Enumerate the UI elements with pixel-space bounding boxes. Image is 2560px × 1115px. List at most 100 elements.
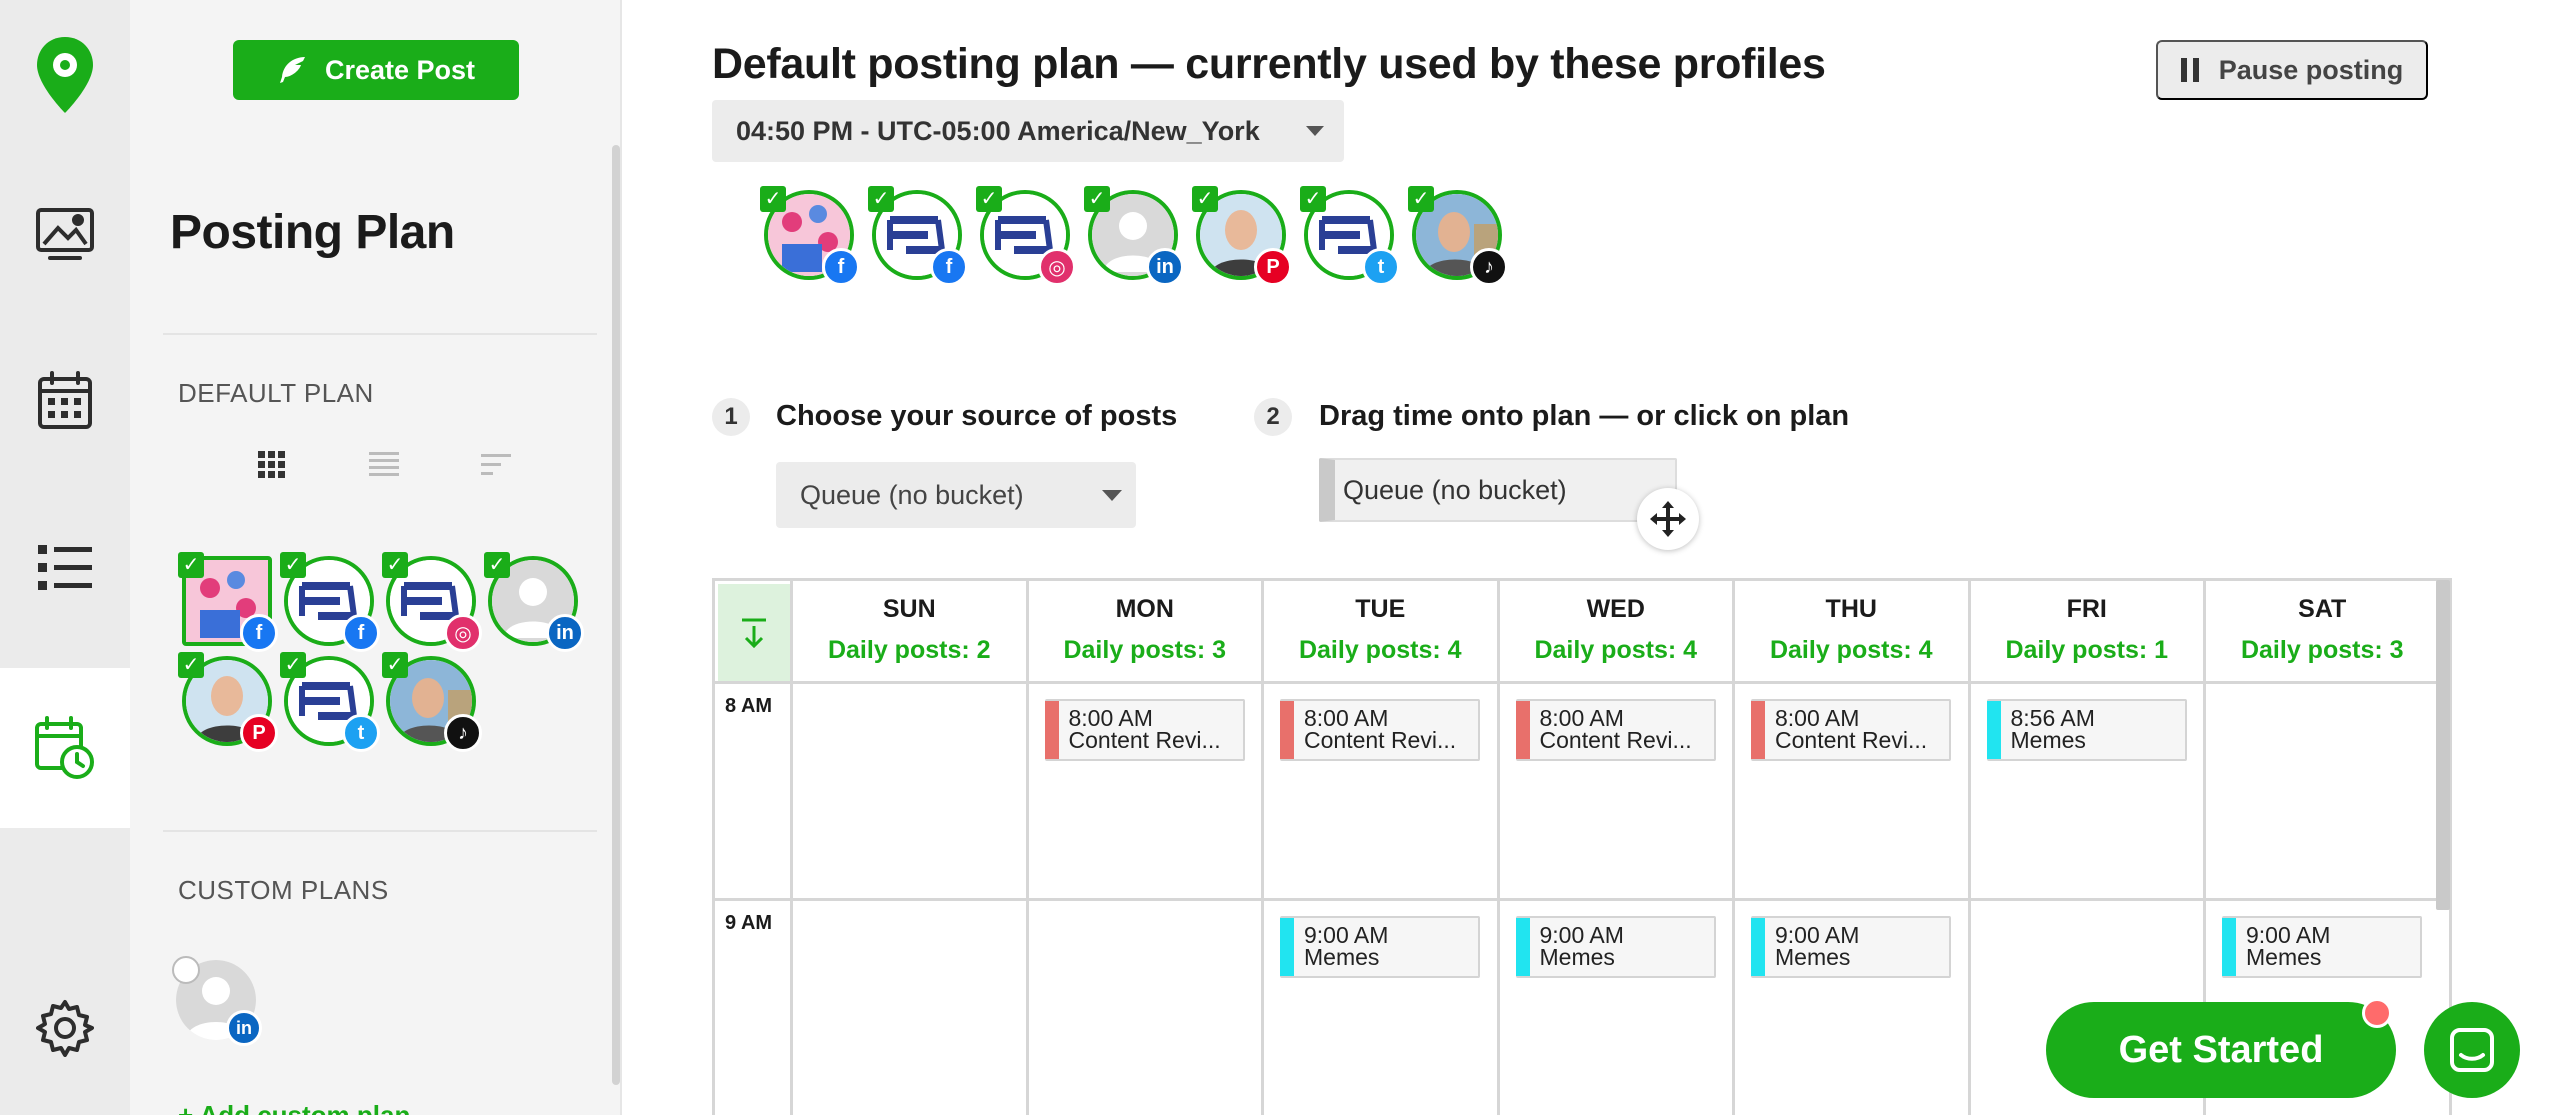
profile-linkedin-person[interactable]: ✓ in xyxy=(1084,186,1184,286)
selected-checkmark-icon: ✓ xyxy=(280,552,306,578)
slot-bucket-label: Content Revi... xyxy=(1068,727,1221,753)
profile-facebook-brand[interactable]: ✓ f xyxy=(868,186,968,286)
profile-pinterest-person[interactable]: ✓ P xyxy=(1192,186,1292,286)
bucket-color-bar xyxy=(1515,701,1530,759)
step-number-1: 1 xyxy=(712,398,750,436)
selected-checkmark-icon: ✓ xyxy=(382,552,408,578)
time-slot[interactable]: 8:00 AM Content Revi... xyxy=(1044,699,1245,761)
sidebar-divider xyxy=(163,333,597,335)
instagram-icon: ◎ xyxy=(444,614,482,652)
slot-bucket-label: Memes xyxy=(1775,944,1851,970)
rail-posting-plan[interactable] xyxy=(0,668,130,828)
compact-view-toggle[interactable] xyxy=(476,445,516,485)
rail-media-library[interactable] xyxy=(0,155,130,315)
sidebar-profile-twitter[interactable]: ✓ t xyxy=(280,652,380,752)
list-view-toggle[interactable] xyxy=(364,445,404,485)
daily-posts-count: Daily posts: 4 xyxy=(1298,636,1462,664)
slot-time: 8:00 AM xyxy=(1539,705,1624,731)
selected-checkmark-icon: ✓ xyxy=(280,652,306,678)
slot-bucket-label: Memes xyxy=(1304,944,1380,970)
linkedin-icon: in xyxy=(546,614,584,652)
create-post-button[interactable]: Create Post xyxy=(233,40,519,100)
daily-posts-count: Daily posts: 1 xyxy=(2005,636,2169,664)
jump-to-now-button[interactable] xyxy=(718,584,790,682)
chat-button[interactable] xyxy=(2424,1002,2520,1098)
twitter-icon: t xyxy=(1362,248,1400,286)
chat-icon xyxy=(2450,1028,2494,1072)
calendar-scrollbar[interactable] xyxy=(2436,580,2450,910)
custom-plan-profile-linkedin[interactable]: in xyxy=(172,956,262,1046)
timezone-select[interactable]: 04:50 PM - UTC-05:00 America/New_York xyxy=(712,100,1344,162)
time-slot[interactable]: 8:00 AM Content Revi... xyxy=(1751,699,1951,761)
bucket-color-bar xyxy=(1515,918,1530,976)
chevron-down-icon xyxy=(1102,490,1122,501)
create-post-label: Create Post xyxy=(324,54,476,85)
posting-plan-icon xyxy=(35,716,94,779)
rail-settings[interactable] xyxy=(0,948,130,1108)
media-library-icon xyxy=(36,208,94,260)
time-slot[interactable]: 9:00 AM Memes xyxy=(1751,916,1951,978)
add-custom-plan-link[interactable]: + Add custom plan xyxy=(178,1100,410,1115)
rail-queue-list[interactable] xyxy=(0,488,130,648)
hour-label: 8 AM xyxy=(725,695,773,717)
time-slot[interactable]: 9:00 AM Memes xyxy=(1515,916,1716,978)
profile-instagram-brand[interactable]: ✓ ◎ xyxy=(976,186,1076,286)
slot-time: 9:00 AM xyxy=(1304,922,1389,948)
rail-calendar[interactable] xyxy=(0,320,130,480)
sidebar-profile-facebook[interactable]: ✓ f xyxy=(178,552,278,652)
grid-line xyxy=(1967,683,1971,1115)
sidebar-scrollbar[interactable] xyxy=(612,145,620,1085)
instagram-icon: ◎ xyxy=(1038,248,1076,286)
day-column-header: FRI Daily posts: 1 xyxy=(1967,581,2204,683)
step-number-2: 2 xyxy=(1254,398,1292,436)
twitter-icon: t xyxy=(342,714,380,752)
day-name: THU xyxy=(1825,595,1877,623)
day-name: WED xyxy=(1586,595,1645,623)
time-slot[interactable]: 9:00 AM Memes xyxy=(2222,916,2422,978)
bucket-color-bar xyxy=(1751,701,1765,759)
grid-view-toggle[interactable] xyxy=(252,445,292,485)
grid-line xyxy=(715,681,2449,684)
time-slot[interactable]: 8:00 AM Content Revi... xyxy=(1515,699,1716,761)
bucket-color-bar xyxy=(1751,918,1765,976)
drag-handle[interactable] xyxy=(1637,488,1699,550)
slot-time: 9:00 AM xyxy=(1539,922,1624,948)
grid-line xyxy=(790,683,793,1115)
grid-line xyxy=(1496,683,1500,1115)
draggable-time-chip[interactable]: Queue (no bucket) xyxy=(1319,458,1677,522)
day-name: MON xyxy=(1115,595,1174,623)
grid-line xyxy=(1025,683,1029,1115)
post-source-select[interactable]: Queue (no bucket) xyxy=(776,462,1136,528)
slot-time: 8:00 AM xyxy=(1775,705,1860,731)
sidebar-profile-linkedin[interactable]: ✓ in xyxy=(484,552,584,652)
day-column-header: SUN Daily posts: 2 xyxy=(790,581,1026,683)
sidebar-profile-tiktok[interactable]: ✓ ♪ xyxy=(382,652,482,752)
selected-checkmark-icon: ✓ xyxy=(178,652,204,678)
bucket-color-bar xyxy=(1280,701,1294,759)
slot-bucket-label: Content Revi... xyxy=(1775,727,1928,753)
pause-posting-button[interactable]: Pause posting xyxy=(2156,40,2428,100)
profile-twitter-brand[interactable]: ✓ t xyxy=(1300,186,1400,286)
time-slot[interactable]: 8:56 AM Memes xyxy=(1986,699,2187,761)
day-name: SAT xyxy=(2298,595,2347,623)
timezone-value: 04:50 PM - UTC-05:00 America/New_York xyxy=(736,115,1260,146)
profile-facebook-flowers[interactable]: ✓ f xyxy=(760,186,860,286)
day-column-header: THU Daily posts: 4 xyxy=(1732,581,1968,683)
grid-line xyxy=(1732,683,1735,1115)
selected-checkmark-icon: ✓ xyxy=(868,186,894,212)
day-name: FRI xyxy=(2066,595,2107,623)
tiktok-icon: ♪ xyxy=(444,714,482,752)
time-slot[interactable]: 9:00 AM Memes xyxy=(1280,916,1480,978)
sidebar-profile-facebook-brand[interactable]: ✓ f xyxy=(280,552,380,652)
page-title: Posting Plan xyxy=(170,206,455,259)
get-started-button[interactable]: Get Started xyxy=(2046,1002,2396,1098)
linkedin-icon: in xyxy=(1146,248,1184,286)
day-column-header: SAT Daily posts: 3 xyxy=(2203,581,2439,683)
sidebar-profile-pinterest[interactable]: ✓ P xyxy=(178,652,278,752)
time-slot[interactable]: 8:00 AM Content Revi... xyxy=(1280,699,1480,761)
unselected-checkbox[interactable] xyxy=(172,956,200,984)
profile-tiktok-person[interactable]: ✓ ♪ xyxy=(1408,186,1508,286)
sidebar-profile-instagram[interactable]: ✓ ◎ xyxy=(382,552,482,652)
logo-button[interactable] xyxy=(0,0,130,150)
pause-icon xyxy=(2180,58,2199,82)
